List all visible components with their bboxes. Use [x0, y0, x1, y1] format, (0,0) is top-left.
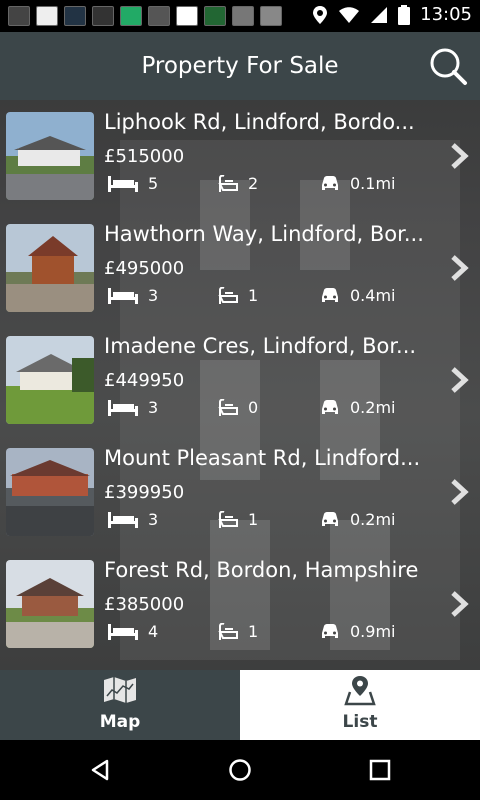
- bed-icon: [108, 287, 138, 304]
- search-icon[interactable]: [428, 46, 468, 86]
- distance: 0.9mi: [350, 622, 396, 641]
- home-icon[interactable]: [228, 758, 252, 782]
- chevron-right-icon[interactable]: [448, 366, 470, 394]
- system-navigation-bar: [0, 740, 480, 800]
- listing-card[interactable]: Imadene Cres, Lindford, Bor... £449950 3…: [0, 324, 480, 436]
- chevron-right-icon[interactable]: [448, 590, 470, 618]
- bath-icon: [218, 510, 238, 528]
- wifi-icon: [339, 6, 360, 23]
- listing-thumbnail: [6, 224, 94, 312]
- bedroom-count: 3: [148, 286, 159, 305]
- listing-title: Liphook Rd, Lindford, Bordo...: [104, 110, 415, 134]
- distance: 0.4mi: [350, 286, 396, 305]
- listing-title: Forest Rd, Bordon, Hampshire: [104, 558, 419, 582]
- listing-card[interactable]: Forest Rd, Bordon, Hampshire £385000 4 1…: [0, 548, 480, 660]
- listing-price: £495000: [104, 258, 185, 279]
- clock: 13:05: [420, 4, 472, 25]
- listing-title: Imadene Cres, Lindford, Bor...: [104, 334, 417, 358]
- location-icon: [313, 5, 328, 24]
- listing-card[interactable]: Hawthorn Way, Lindford, Bor... £495000 3…: [0, 212, 480, 324]
- bathroom-count: 1: [248, 510, 259, 529]
- bed-icon: [108, 511, 138, 528]
- listing-price: £385000: [104, 594, 185, 615]
- bottom-tab-bar: Map List: [0, 670, 480, 740]
- bath-icon: [218, 174, 238, 192]
- tab-map[interactable]: Map: [0, 670, 240, 740]
- recent-apps-icon[interactable]: [369, 759, 391, 781]
- bed-icon: [108, 623, 138, 640]
- app-icon: [36, 6, 58, 26]
- tab-list[interactable]: List: [240, 670, 480, 740]
- listing-price: £449950: [104, 370, 185, 391]
- bath-icon: [218, 286, 238, 304]
- battery-icon: [398, 4, 411, 25]
- chevron-right-icon[interactable]: [448, 142, 470, 170]
- chevron-right-icon[interactable]: [448, 478, 470, 506]
- bathroom-count: 0: [248, 398, 259, 417]
- bathroom-count: 1: [248, 622, 259, 641]
- status-bar: 13:05: [0, 0, 480, 32]
- bedroom-count: 3: [148, 510, 159, 529]
- distance: 0.2mi: [350, 398, 396, 417]
- app-icon: [8, 6, 30, 26]
- app-icon: [120, 6, 142, 26]
- car-icon: [322, 287, 338, 302]
- car-icon: [322, 511, 338, 526]
- bath-icon: [218, 398, 238, 416]
- listing-price: £399950: [104, 482, 185, 503]
- listing-list[interactable]: Liphook Rd, Lindford, Bordo... £515000 5…: [0, 100, 480, 670]
- clipboard-icon: [260, 6, 282, 26]
- download-icon: [232, 6, 254, 26]
- app-icon: [92, 6, 114, 26]
- listing-thumbnail: [6, 336, 94, 424]
- bedroom-count: 5: [148, 174, 159, 193]
- bath-icon: [218, 622, 238, 640]
- listing-card[interactable]: Mount Pleasant Rd, Lindford... £399950 3…: [0, 436, 480, 548]
- back-icon[interactable]: [88, 758, 112, 782]
- bed-icon: [108, 399, 138, 416]
- tab-map-label: Map: [99, 712, 141, 732]
- bathroom-count: 2: [248, 174, 259, 193]
- car-icon: [322, 399, 338, 414]
- car-icon: [322, 623, 338, 638]
- tab-list-label: List: [342, 712, 378, 732]
- listing-thumbnail: [6, 560, 94, 648]
- list-location-icon: [344, 676, 376, 706]
- bedroom-count: 3: [148, 398, 159, 417]
- distance: 0.1mi: [350, 174, 396, 193]
- app-header: Property For Sale: [0, 32, 480, 100]
- bedroom-count: 4: [148, 622, 159, 641]
- distance: 0.2mi: [350, 510, 396, 529]
- bed-icon: [108, 175, 138, 192]
- app-icon: [204, 6, 226, 26]
- listing-title: Hawthorn Way, Lindford, Bor...: [104, 222, 424, 246]
- listing-thumbnail: [6, 112, 94, 200]
- listing-card[interactable]: Liphook Rd, Lindford, Bordo... £515000 5…: [0, 100, 480, 212]
- bathroom-count: 1: [248, 286, 259, 305]
- car-icon: [322, 175, 338, 190]
- notification-icons: [8, 6, 282, 26]
- page-title: Property For Sale: [141, 53, 339, 79]
- app-icon: [64, 6, 86, 26]
- map-icon: [104, 677, 136, 703]
- chevron-right-icon[interactable]: [448, 254, 470, 282]
- listing-price: £515000: [104, 146, 185, 167]
- signal-icon: [371, 6, 388, 23]
- image-icon: [148, 6, 170, 26]
- listing-thumbnail: [6, 448, 94, 536]
- app-icon: [176, 6, 198, 26]
- listing-title: Mount Pleasant Rd, Lindford...: [104, 446, 421, 470]
